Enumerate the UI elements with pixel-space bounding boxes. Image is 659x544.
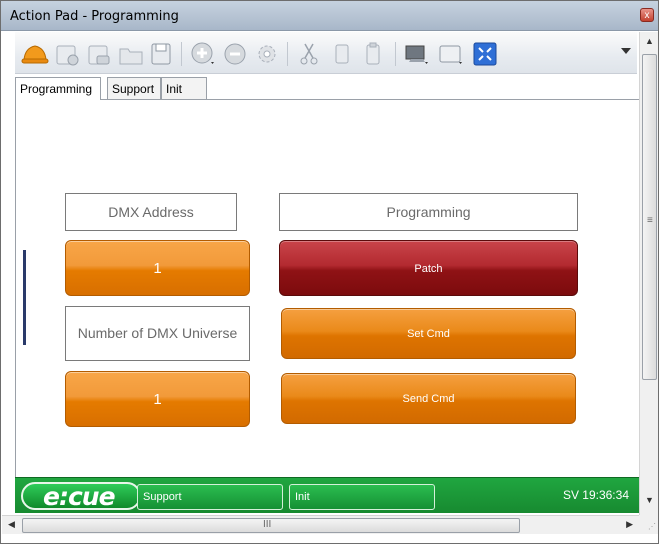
set-cmd-button[interactable]: Set Cmd bbox=[281, 308, 576, 359]
programming-panel: DMX Address 1 Number of DMX Universe 1 P… bbox=[15, 99, 639, 477]
vertical-scrollbar[interactable]: ▲ ≡ ▼ bbox=[639, 32, 658, 515]
paste-icon[interactable] bbox=[359, 40, 387, 68]
close-button[interactable]: x bbox=[640, 8, 654, 22]
open-page-icon[interactable] bbox=[85, 40, 113, 68]
settings-gear-icon[interactable] bbox=[253, 40, 281, 68]
dmx-universe-value-button[interactable]: 1 bbox=[65, 371, 250, 427]
cut-icon[interactable] bbox=[295, 40, 323, 68]
programming-label: Programming bbox=[279, 193, 578, 231]
vertical-scroll-thumb[interactable]: ≡ bbox=[642, 54, 657, 380]
title-bar: Action Pad - Programming x bbox=[1, 1, 658, 31]
copy-icon[interactable] bbox=[327, 40, 355, 68]
status-support-button[interactable]: Support bbox=[137, 484, 283, 510]
resize-grip-icon[interactable]: ⋰ bbox=[639, 515, 658, 534]
tab-support[interactable]: Support bbox=[107, 77, 161, 99]
hardhat-icon[interactable] bbox=[21, 40, 49, 68]
send-cmd-button[interactable]: Send Cmd bbox=[281, 373, 576, 424]
tab-programming[interactable]: Programming bbox=[15, 77, 101, 100]
toolbar-separator bbox=[395, 42, 396, 66]
dmx-address-value-button[interactable]: 1 bbox=[65, 240, 250, 296]
patch-button[interactable]: Patch bbox=[279, 240, 578, 296]
monitor-icon[interactable] bbox=[403, 40, 431, 68]
status-clock: SV 19:36:34 bbox=[562, 488, 629, 502]
horizontal-scroll-thumb[interactable]: III bbox=[22, 518, 520, 533]
window-icon[interactable] bbox=[437, 40, 465, 68]
window-title: Action Pad - Programming bbox=[10, 9, 179, 24]
action-pad-window: Action Pad - Programming x ▲ ≡ ▼ Program… bbox=[0, 0, 659, 544]
scroll-grip-icon: III bbox=[263, 519, 272, 530]
dmx-universe-count-label: Number of DMX Universe bbox=[65, 306, 250, 361]
scroll-left-arrow-icon[interactable]: ◀ bbox=[8, 519, 15, 530]
scroll-right-arrow-icon[interactable]: ▶ bbox=[626, 519, 633, 530]
toolbar-overflow-chevron-icon[interactable] bbox=[621, 48, 631, 54]
scroll-grip-icon: ≡ bbox=[647, 215, 653, 226]
remove-icon[interactable] bbox=[221, 40, 249, 68]
toolbar bbox=[15, 32, 637, 74]
tab-init[interactable]: Init bbox=[161, 77, 207, 99]
scroll-up-arrow-icon[interactable]: ▲ bbox=[640, 36, 659, 50]
panel-edge-marker bbox=[23, 250, 26, 345]
toolbar-separator bbox=[181, 42, 182, 66]
save-icon[interactable] bbox=[147, 40, 175, 68]
status-init-button[interactable]: Init bbox=[289, 484, 435, 510]
fit-screen-icon[interactable] bbox=[471, 40, 499, 68]
add-icon[interactable] bbox=[189, 40, 217, 68]
status-bar: e:cue Support Init SV 19:36:34 bbox=[15, 477, 639, 513]
folder-icon[interactable] bbox=[117, 40, 145, 68]
dmx-address-label: DMX Address bbox=[65, 193, 237, 231]
scroll-down-arrow-icon[interactable]: ▼ bbox=[640, 495, 659, 509]
ecue-logo: e:cue bbox=[21, 482, 141, 511]
horizontal-scrollbar[interactable]: ◀ III ▶ bbox=[2, 515, 639, 534]
toolbar-separator bbox=[287, 42, 288, 66]
new-page-icon[interactable] bbox=[53, 40, 81, 68]
ecue-logo-text: e:cue bbox=[43, 482, 116, 511]
